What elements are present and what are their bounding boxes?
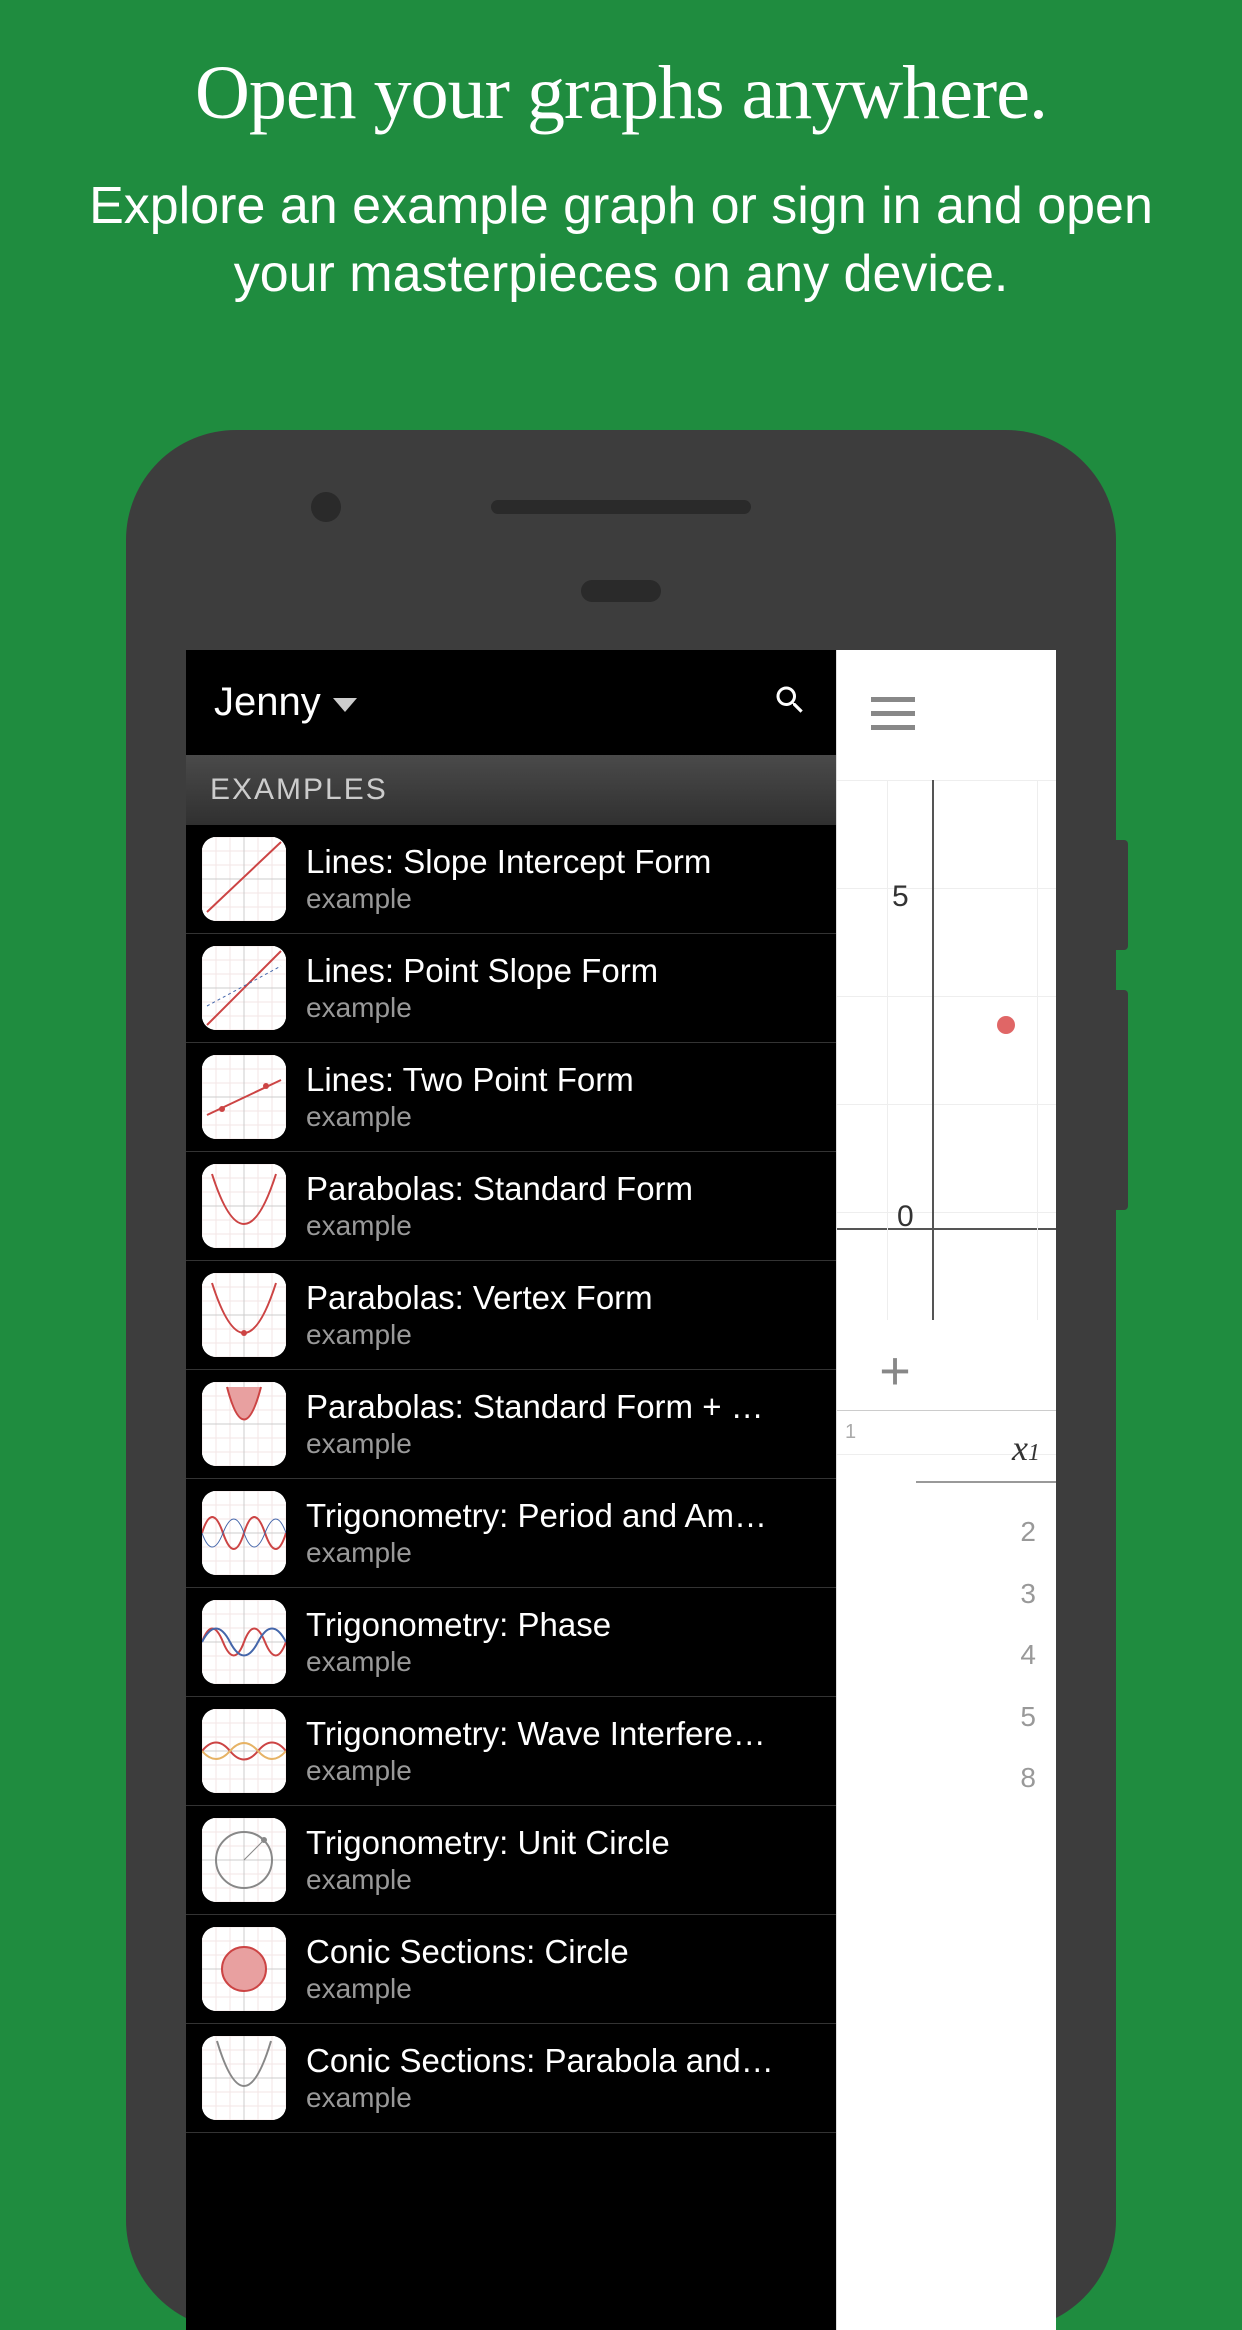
- example-title: Conic Sections: Parabola and…: [306, 2042, 820, 2080]
- promo-headline: Open your graphs anywhere.: [0, 50, 1242, 137]
- user-dropdown[interactable]: Jenny: [214, 680, 357, 725]
- table-header-underline: [916, 1481, 1056, 1483]
- app-screen: Jenny EXAMPLES Lines: Slope Intercept Fo…: [186, 650, 1056, 2330]
- search-icon[interactable]: [772, 682, 808, 723]
- example-title: Parabolas: Vertex Form: [306, 1279, 820, 1317]
- example-title: Lines: Point Slope Form: [306, 952, 820, 990]
- example-item[interactable]: Parabolas: Standard Form + … example: [186, 1370, 836, 1479]
- graph-grid: 5 0: [837, 780, 1056, 1320]
- example-item[interactable]: Conic Sections: Circle example: [186, 1915, 836, 2024]
- table-variable-header: x1: [1012, 1427, 1040, 1469]
- hamburger-icon[interactable]: [871, 688, 915, 739]
- phone-home-pill: [581, 580, 661, 602]
- table-values: 23458: [1020, 1501, 1036, 1809]
- example-subtitle: example: [306, 1755, 820, 1787]
- example-thumbnail: [202, 1709, 286, 1793]
- example-title: Conic Sections: Circle: [306, 1933, 820, 1971]
- phone-speaker: [491, 500, 751, 514]
- example-item[interactable]: Trigonometry: Period and Am… example: [186, 1479, 836, 1588]
- example-subtitle: example: [306, 1864, 820, 1896]
- example-subtitle: example: [306, 1973, 820, 2005]
- example-title: Lines: Slope Intercept Form: [306, 843, 820, 881]
- example-thumbnail: [202, 1382, 286, 1466]
- example-item[interactable]: Lines: Two Point Form example: [186, 1043, 836, 1152]
- example-subtitle: example: [306, 1319, 820, 1351]
- example-subtitle: example: [306, 1210, 820, 1242]
- example-item[interactable]: Parabolas: Standard Form example: [186, 1152, 836, 1261]
- phone-side-button: [1116, 990, 1128, 1210]
- example-thumbnail: [202, 1273, 286, 1357]
- example-title: Parabolas: Standard Form: [306, 1170, 820, 1208]
- example-thumbnail: [202, 1491, 286, 1575]
- example-thumbnail: [202, 1927, 286, 2011]
- example-thumbnail: [202, 2036, 286, 2120]
- example-subtitle: example: [306, 992, 820, 1024]
- example-item[interactable]: Lines: Point Slope Form example: [186, 934, 836, 1043]
- y-axis-tick-5: 5: [892, 880, 909, 914]
- add-expression-button[interactable]: +: [867, 1340, 923, 1402]
- example-title: Trigonometry: Wave Interfere…: [306, 1715, 820, 1753]
- example-subtitle: example: [306, 2082, 820, 2114]
- example-item[interactable]: Parabolas: Vertex Form example: [186, 1261, 836, 1370]
- example-thumbnail: [202, 1818, 286, 1902]
- sidebar-header: Jenny: [186, 650, 836, 755]
- example-subtitle: example: [306, 1101, 820, 1133]
- example-item[interactable]: Trigonometry: Unit Circle example: [186, 1806, 836, 1915]
- phone-camera: [311, 492, 341, 522]
- example-subtitle: example: [306, 883, 820, 915]
- example-title: Trigonometry: Period and Am…: [306, 1497, 820, 1535]
- example-thumbnail: [202, 837, 286, 921]
- example-item[interactable]: Trigonometry: Wave Interfere… example: [186, 1697, 836, 1806]
- example-title: Parabolas: Standard Form + …: [306, 1388, 820, 1426]
- example-title: Lines: Two Point Form: [306, 1061, 820, 1099]
- chevron-down-icon: [333, 698, 357, 712]
- examples-section-header: EXAMPLES: [186, 755, 836, 825]
- expression-index: 1: [837, 1421, 867, 1444]
- graph-point[interactable]: [997, 1016, 1015, 1034]
- origin-label: 0: [897, 1200, 914, 1234]
- promo-subhead: Explore an example graph or sign in and …: [0, 173, 1242, 308]
- example-thumbnail: [202, 1164, 286, 1248]
- examples-list[interactable]: Lines: Slope Intercept Form example Line…: [186, 825, 836, 2330]
- sidebar-panel: Jenny EXAMPLES Lines: Slope Intercept Fo…: [186, 650, 836, 2330]
- expression-panel: 1 x1 23458: [837, 1410, 1056, 2330]
- example-item[interactable]: Lines: Slope Intercept Form example: [186, 825, 836, 934]
- example-subtitle: example: [306, 1428, 820, 1460]
- username-label: Jenny: [214, 680, 321, 725]
- example-title: Trigonometry: Unit Circle: [306, 1824, 820, 1862]
- example-thumbnail: [202, 1600, 286, 1684]
- example-item[interactable]: Trigonometry: Phase example: [186, 1588, 836, 1697]
- example-item[interactable]: Conic Sections: Parabola and… example: [186, 2024, 836, 2133]
- phone-frame: Jenny EXAMPLES Lines: Slope Intercept Fo…: [126, 430, 1116, 2330]
- example-subtitle: example: [306, 1646, 820, 1678]
- example-thumbnail: [202, 946, 286, 1030]
- example-thumbnail: [202, 1055, 286, 1139]
- example-subtitle: example: [306, 1537, 820, 1569]
- example-title: Trigonometry: Phase: [306, 1606, 820, 1644]
- phone-side-button: [1116, 840, 1128, 950]
- graph-area[interactable]: 5 0 + 1 x1 23458: [836, 650, 1056, 2330]
